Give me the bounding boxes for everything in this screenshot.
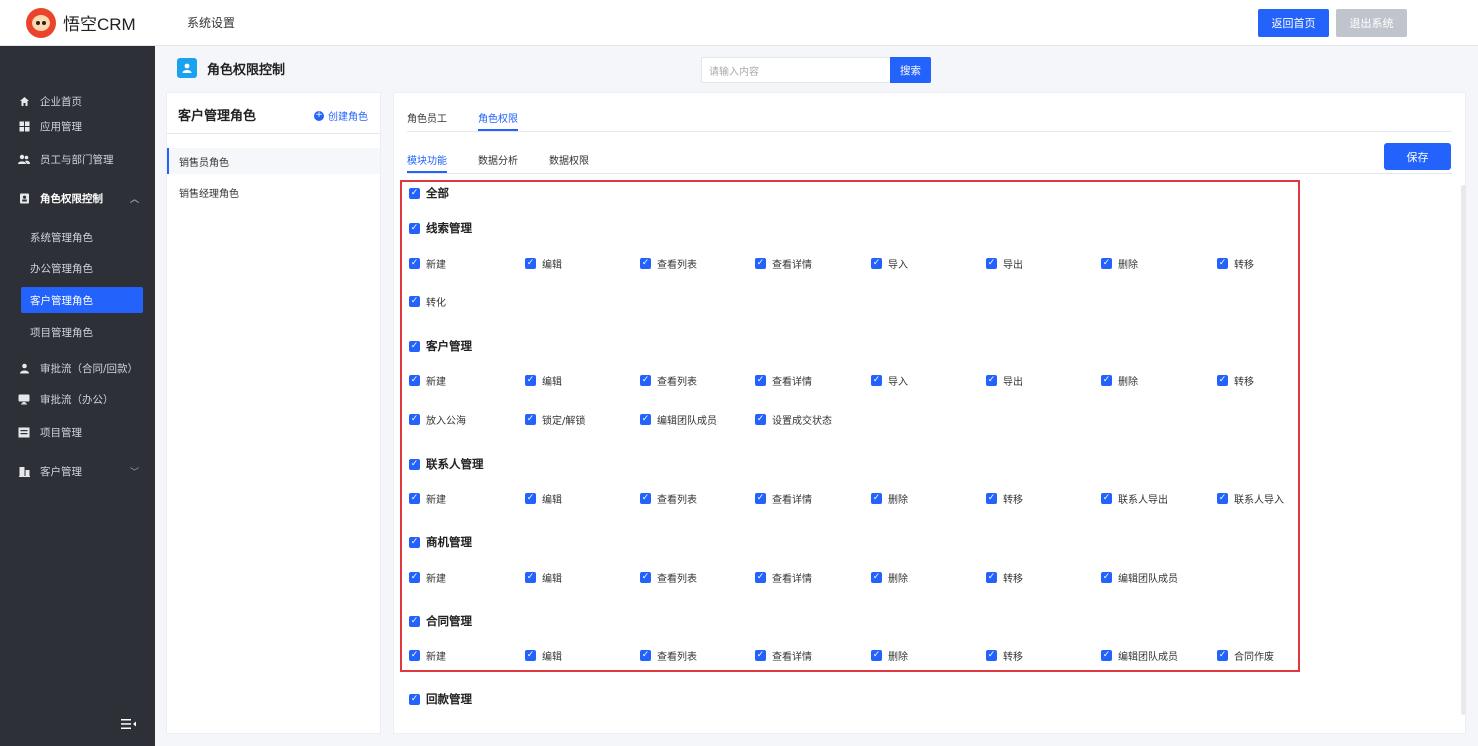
grid-icon <box>18 120 30 132</box>
role-panel-title: 客户管理角色 <box>178 109 257 124</box>
chevron-up-icon: ︿ <box>129 194 139 205</box>
tab-divider <box>407 131 1452 132</box>
sidebar-item-apps[interactable]: 应用管理 <box>0 114 155 138</box>
sidebar-item-label: 角色权限控制 <box>40 192 103 205</box>
tab-role-staff[interactable]: 角色员工 <box>407 110 447 125</box>
sidebar-item-home[interactable]: 企业首页 <box>0 89 155 113</box>
sidebar-subitem-customer-role[interactable]: 客户管理角色 <box>21 287 143 313</box>
sidebar-item-label: 审批流（合同/回款） <box>40 362 139 375</box>
top-header: 悟空CRM 系统设置 <box>0 0 1478 46</box>
sidebar-item-staff[interactable]: 员工与部门管理 <box>0 147 155 171</box>
app-logo[interactable]: 悟空CRM <box>0 0 155 46</box>
page-header: 角色权限控制 <box>166 55 285 81</box>
sidebar-subitem-system-role[interactable]: 系统管理角色 <box>30 225 93 249</box>
role-item-sales-manager[interactable]: 销售经理角色 <box>167 179 380 205</box>
sidebar-item-role-control[interactable]: 角色权限控制 ︿ <box>0 186 155 210</box>
scrollbar[interactable] <box>1461 185 1466 715</box>
create-role-button[interactable]: + 创建角色 <box>314 108 368 123</box>
return-home-button[interactable]: 返回首页 <box>1258 9 1329 37</box>
monitor-icon <box>18 393 30 405</box>
divider <box>167 133 380 134</box>
users-icon <box>18 153 30 165</box>
sidebar-item-projects[interactable]: 项目管理 <box>0 420 155 444</box>
role-icon <box>18 192 30 204</box>
tab-data-permissions[interactable]: 数据权限 <box>549 152 589 167</box>
sidebar-item-approval-office[interactable]: 审批流（办公） <box>0 387 155 411</box>
sidebar-item-label: 审批流（办公） <box>40 393 114 406</box>
monkey-logo-icon <box>26 7 56 38</box>
search-button[interactable]: 搜索 <box>890 57 931 83</box>
sidebar-item-label: 客户管理 <box>40 465 82 478</box>
role-list-panel: 客户管理角色 + 创建角色 销售员角色 销售经理角色 <box>166 92 381 734</box>
sidebar-item-label: 员工与部门管理 <box>40 153 114 166</box>
search-input[interactable]: 请输入内容 <box>701 57 891 83</box>
sidebar-item-customers[interactable]: 客户管理 ﹀ <box>0 459 155 483</box>
sidebar-item-label: 应用管理 <box>40 120 82 133</box>
tab-data-analysis[interactable]: 数据分析 <box>478 152 518 167</box>
sidebar-subitem-project-role[interactable]: 项目管理角色 <box>30 320 93 344</box>
page-title: 角色权限控制 <box>207 62 286 78</box>
highlight-box <box>400 180 1300 672</box>
role-item-sales[interactable]: 销售员角色 <box>167 148 380 174</box>
sidebar-item-approval-contract[interactable]: 审批流（合同/回款） <box>0 356 155 380</box>
sidebar-item-label: 企业首页 <box>40 95 82 108</box>
checkbox-checked-icon[interactable]: ✓ <box>409 693 420 705</box>
save-button[interactable]: 保存 <box>1384 143 1451 170</box>
sidebar-subitem-office-role[interactable]: 办公管理角色 <box>30 256 93 280</box>
permission-label: 回款管理 <box>426 692 472 706</box>
project-icon <box>18 426 30 438</box>
exit-system-button[interactable]: 退出系统 <box>1336 9 1407 37</box>
customer-icon <box>18 465 30 477</box>
create-role-label: 创建角色 <box>328 112 368 123</box>
sidebar: 企业首页 应用管理 员工与部门管理 角色权限控制 ︿ 系统管理角色 办公管理角色… <box>0 46 155 746</box>
group-checkbox[interactable]: ✓ 回款管理 <box>409 691 472 707</box>
plus-circle-icon: + <box>314 110 324 121</box>
logo-text: 悟空CRM <box>63 15 136 34</box>
home-icon <box>18 95 30 107</box>
collapse-sidebar-icon[interactable] <box>121 718 137 734</box>
tab-module-functions[interactable]: 模块功能 <box>407 152 447 167</box>
header-title: 系统设置 <box>187 16 236 30</box>
sidebar-item-label: 项目管理 <box>40 426 82 439</box>
person-icon <box>18 362 30 374</box>
subtab-divider <box>407 173 1452 174</box>
tab-role-permissions[interactable]: 角色权限 <box>478 110 518 125</box>
chevron-down-icon: ﹀ <box>129 467 139 478</box>
role-user-icon <box>177 58 197 78</box>
